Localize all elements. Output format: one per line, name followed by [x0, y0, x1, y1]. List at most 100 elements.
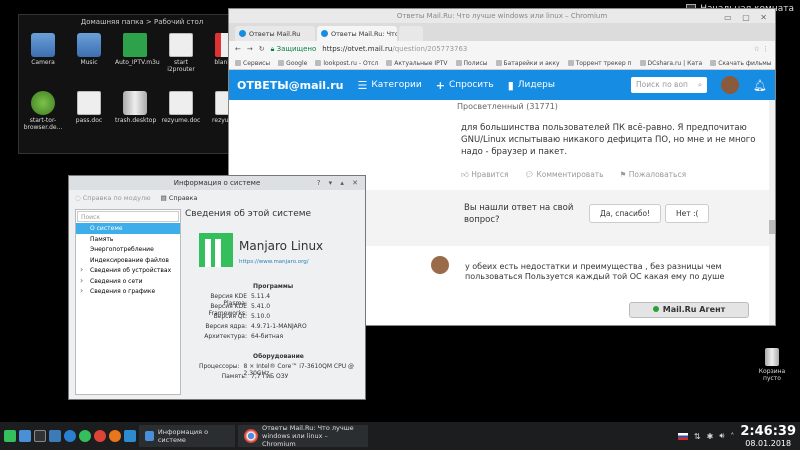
sidebar-item[interactable]: Сведения о сети: [76, 276, 180, 287]
sidebar-item[interactable]: О системе: [76, 223, 180, 234]
desktop-trash[interactable]: Корзина пусто: [752, 348, 792, 382]
forward-icon[interactable]: →: [247, 45, 253, 53]
categories-icon: ☰: [357, 78, 368, 92]
sidebar-item[interactable]: Сведения об устройствах: [76, 265, 180, 276]
comment-button[interactable]: 💬︎ Комментировать: [525, 170, 604, 180]
bookmark-item[interactable]: Батарейки и акку: [496, 60, 560, 67]
file-label: rezyume.doc: [161, 117, 201, 124]
sidebar-item[interactable]: Сведения о графике: [76, 286, 180, 297]
answer-actions: 👍︎ Нравится 💬︎ Комментировать ⚑ Пожалова…: [461, 170, 686, 180]
bookmark-item[interactable]: Актуальные IPTV: [386, 60, 447, 67]
info-row: Версия KDE Frameworks: 5.41.0: [185, 303, 365, 317]
like-button[interactable]: 👍︎ Нравится: [461, 170, 509, 180]
info-value: 8 × Intel® Core™ i7-3610QM CPU @ 2.30GHz: [243, 363, 355, 377]
nav-categories[interactable]: ☰ Категории: [358, 79, 422, 92]
scrollbar-thumb[interactable]: [769, 220, 775, 234]
desktop-file-item[interactable]: start-tor-browser.de...: [23, 91, 63, 131]
bookmark-star-icon[interactable]: ☆ ⋮: [753, 45, 769, 53]
reload-icon[interactable]: ↻: [259, 45, 265, 53]
volume-icon[interactable]: 🔊︎: [719, 431, 724, 441]
bookmark-item[interactable]: Сервисы: [235, 60, 270, 67]
file-file-icon: [77, 91, 101, 115]
tor-icon[interactable]: [79, 430, 91, 442]
tray-expand-icon[interactable]: ˄: [730, 432, 734, 441]
sidebar-search-input[interactable]: Поиск: [77, 211, 179, 222]
bluetooth-icon[interactable]: ✱: [707, 432, 714, 441]
file-label: Camera: [31, 59, 55, 66]
bookmark-item[interactable]: lookpost.ru - Отсл: [315, 60, 378, 67]
file-label: start i2prouter: [167, 59, 195, 73]
bookmarks-bar: Сервисы Google lookpost.ru - Отсл Актуальны…: [229, 57, 775, 70]
desktop-file-item[interactable]: rezyume.doc: [161, 91, 201, 124]
browser-icon[interactable]: [64, 430, 76, 442]
clock[interactable]: 2:46:39 08.01.2018: [740, 424, 796, 448]
terminal-icon[interactable]: [34, 430, 46, 442]
sysinfo-title: Информация о системе: [173, 179, 261, 187]
info-value: 5.10.0: [251, 313, 271, 320]
file-file-icon: [169, 91, 193, 115]
window-controls[interactable]: ▭ ▢ ✕: [724, 11, 771, 25]
nav-leaders[interactable]: ▮ Лидеры: [508, 79, 555, 92]
kde-icon[interactable]: [49, 430, 61, 442]
file-label: pass.doc: [75, 117, 103, 124]
bookmark-item[interactable]: Скачать фильмы: [710, 60, 771, 67]
task-chromium[interactable]: Ответы Mail.Ru: Что лучше windows или li…: [238, 424, 368, 448]
feedback-yes-button[interactable]: Да, спасибо!: [589, 204, 662, 223]
info-key: Архитектура:: [204, 333, 247, 340]
info-row: Архитектура: 64-битная: [185, 333, 365, 343]
info-key: Версия ядра:: [205, 323, 247, 330]
tab-otvety[interactable]: Ответы Mail.Ru: [235, 26, 315, 41]
report-button[interactable]: ⚑ Пожаловаться: [620, 170, 687, 180]
desktop-file-item[interactable]: Music: [69, 33, 109, 66]
plus-icon: +: [435, 78, 445, 92]
reply-avatar[interactable]: [431, 256, 449, 274]
keyboard-layout-icon[interactable]: [677, 432, 688, 440]
chromium-launcher-icon[interactable]: [94, 430, 106, 442]
notifications-bell-icon[interactable]: 🔔︎: [753, 79, 767, 92]
desktop-file-item[interactable]: start i2prouter: [161, 33, 201, 73]
desktop-file-item[interactable]: Camera: [23, 33, 63, 66]
sidebar-item[interactable]: Индексирование файлов: [76, 255, 180, 266]
sidebar-item[interactable]: Энергопотребление: [76, 244, 180, 255]
info-row: Процессоры: 8 × Intel® Core™ i7-3610QM CP…: [185, 363, 365, 377]
bookmark-item[interactable]: Полисы: [456, 60, 488, 67]
info-row: Версия Qt: 5.10.0: [185, 313, 365, 323]
os-url-link[interactable]: https://www.manjaro.org/: [239, 259, 309, 265]
bookmark-item[interactable]: Торрент трекер п: [568, 60, 632, 67]
back-icon[interactable]: ←: [235, 45, 241, 53]
url-text[interactable]: https://otvet.mail.ru/question/205773763: [322, 45, 467, 53]
address-bar[interactable]: ← → ↻ 🔒︎ Защищено https://otvet.mail.ru/…: [229, 41, 775, 57]
secure-badge[interactable]: 🔒︎ Защищено: [271, 45, 317, 54]
feedback-no-button[interactable]: Нет :(: [665, 204, 710, 223]
module-help-button[interactable]: ◌ Справка по модулю: [75, 194, 151, 202]
help-button[interactable]: ▤ Справка: [161, 194, 198, 202]
hardware-rows: Процессоры: 8 × Intel® Core™ i7-3610QM CP…: [185, 363, 365, 383]
page-scrollbar[interactable]: [769, 100, 775, 325]
desktop: Начальная комната Домашняя папка > Рабоч…: [0, 0, 800, 450]
leaders-icon: ▮: [507, 78, 514, 92]
bookmark-item[interactable]: DCshara.ru | Ката: [640, 60, 703, 67]
task-sysinfo[interactable]: Информация о системе: [139, 425, 235, 447]
app-launcher-icon[interactable]: [4, 430, 16, 442]
skype-icon[interactable]: [124, 430, 136, 442]
otvety-logo[interactable]: ОТВЕТЫ@mail.ru: [237, 79, 344, 92]
bookmark-item[interactable]: Google: [278, 60, 307, 67]
desktop-file-item[interactable]: pass.doc: [69, 91, 109, 124]
programs-header: Программы: [253, 283, 294, 290]
file-manager-icon[interactable]: [19, 430, 31, 442]
window-controls[interactable]: ? ▾ ▴ ✕: [317, 176, 361, 190]
network-icon[interactable]: ⇅: [694, 432, 701, 441]
hardware-section: Оборудование Процессоры: 8 × Intel® Core™…: [185, 353, 365, 383]
firefox-icon[interactable]: [109, 430, 121, 442]
desktop-file-item[interactable]: Auto_IPTV.m3u: [115, 33, 160, 66]
nav-ask[interactable]: + Спросить: [436, 79, 494, 92]
site-search-input[interactable]: Поиск по воп ⌕: [631, 77, 708, 93]
sidebar-item[interactable]: Память: [76, 234, 180, 245]
new-tab[interactable]: [399, 26, 423, 41]
tab-label: Ответы Mail.Ru: [249, 29, 301, 38]
desktop-file-item[interactable]: trash.desktop: [115, 91, 156, 124]
mailru-agent-button[interactable]: Mail.Ru Агент: [629, 302, 749, 318]
tab-question[interactable]: Ответы Mail.Ru: Что л: [317, 26, 397, 41]
system-tray: ⇅ ✱ 🔊︎ ˄ 2:46:39 08.01.2018: [677, 424, 796, 448]
user-avatar[interactable]: [721, 76, 740, 94]
